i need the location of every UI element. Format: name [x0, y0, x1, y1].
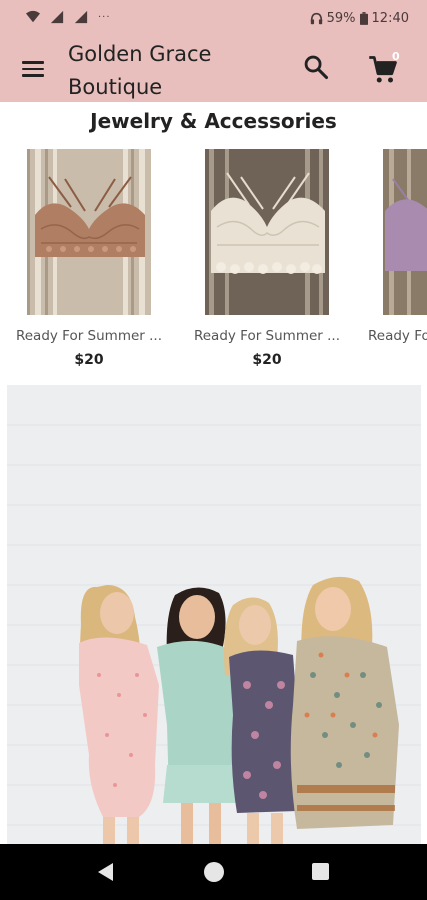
product-image[interactable] — [27, 149, 151, 315]
battery-icon — [359, 12, 368, 25]
cart-button[interactable]: 0 — [366, 50, 406, 86]
product-image[interactable] — [383, 149, 427, 315]
product-price: $20 — [74, 352, 104, 368]
product-card[interactable]: Ready For Summer ... $20 — [182, 148, 352, 380]
bralette-image — [383, 149, 427, 315]
wifi-icon — [26, 10, 40, 23]
battery-percent: 59% — [326, 11, 356, 26]
status-icons-left: ··· — [26, 10, 111, 24]
banner-image[interactable] — [7, 385, 421, 844]
cart-badge: 0 — [392, 50, 400, 63]
search-icon — [304, 55, 329, 80]
status-icons-right: 59% 12:40 — [310, 11, 409, 26]
section-title: Jewelry & Accessories — [90, 109, 337, 133]
menu-icon — [22, 61, 44, 64]
app-bar: Golden Grace Boutique 0 — [0, 36, 427, 102]
signal-icon — [74, 10, 88, 24]
home-icon[interactable] — [204, 862, 224, 882]
app-screen: ··· 59% 12:40 Golden Grace Boutique 0 Je… — [0, 0, 427, 900]
product-name: Ready For Summer ... — [193, 328, 341, 344]
search-button[interactable] — [302, 53, 332, 83]
system-nav-bar — [0, 844, 427, 900]
product-name: Ready Fo — [368, 328, 427, 344]
menu-button[interactable] — [16, 52, 50, 86]
product-image[interactable] — [205, 149, 329, 315]
status-bar: ··· 59% 12:40 — [0, 0, 427, 36]
bralette-image — [27, 149, 151, 315]
clock: 12:40 — [371, 11, 409, 26]
app-title: Golden Grace Boutique — [68, 42, 212, 99]
signal-icon — [50, 10, 64, 24]
headphones-icon — [310, 12, 322, 25]
recents-icon[interactable] — [312, 863, 329, 880]
product-card[interactable]: Ready For Summer ... $20 — [4, 148, 174, 380]
product-card[interactable]: Ready Fo — [360, 148, 427, 380]
product-price: $20 — [252, 352, 282, 368]
bralette-image — [205, 149, 329, 315]
product-name: Ready For Summer ... — [15, 328, 163, 344]
back-icon[interactable] — [96, 862, 116, 882]
lifestyle-photo — [7, 385, 421, 844]
more-notifications-icon: ··· — [98, 11, 111, 23]
product-carousel[interactable]: Ready For Summer ... $20 Ready For Summe… — [0, 148, 427, 380]
